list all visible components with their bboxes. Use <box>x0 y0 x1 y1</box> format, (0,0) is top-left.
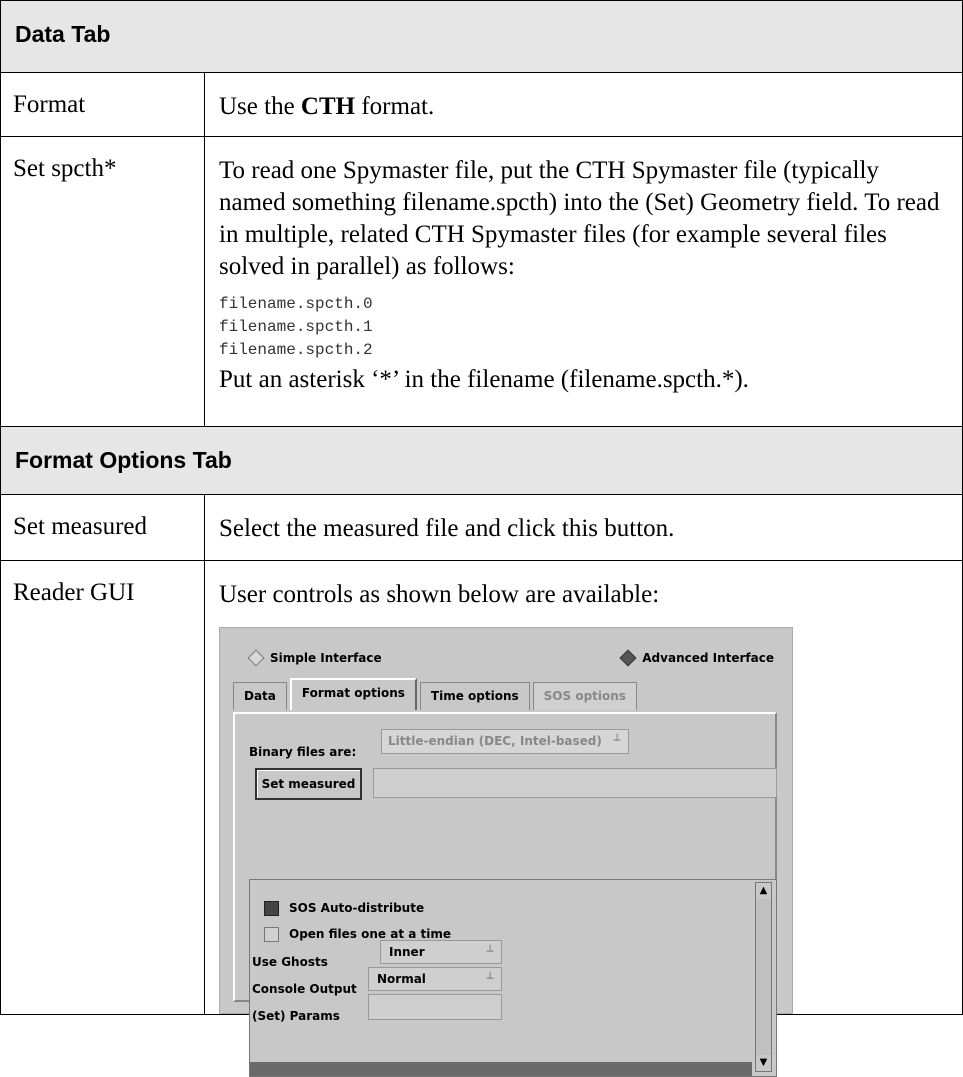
binary-files-value: Little-endian (DEC, Intel-based) <box>388 734 602 748</box>
vertical-scrollbar[interactable]: ▲ ▼ <box>755 882 772 1072</box>
format-text-pre: Use the <box>219 93 301 120</box>
spcth-label: Set spcth* <box>0 136 205 427</box>
filename-code-block: filename.spcth.0 filename.spcth.1 filena… <box>219 293 948 362</box>
document-page: Data Tab Format Use the CTH format. Set … <box>0 0 963 1077</box>
advanced-interface-label: Advanced Interface <box>642 651 774 665</box>
format-options-tab-header: Format Options Tab <box>0 426 963 495</box>
set-measured-field[interactable] <box>373 768 777 798</box>
spec-table: Data Tab Format Use the CTH format. Set … <box>0 0 963 1077</box>
params-field[interactable] <box>368 994 502 1020</box>
tab-sos-options[interactable]: SOS options <box>532 682 637 710</box>
dropdown-arrow-icon: ┴ <box>486 972 494 985</box>
format-label: Format <box>0 72 205 137</box>
scroll-up-icon[interactable]: ▲ <box>756 883 771 899</box>
radio-diamond-icon <box>247 649 265 667</box>
format-description: Use the CTH format. <box>204 72 963 137</box>
console-output-value: Normal <box>377 972 426 986</box>
list-bottom-bar <box>250 1062 752 1076</box>
code-line: filename.spcth.0 <box>219 295 373 313</box>
reader-gui-cell: User controls as shown below are availab… <box>204 560 963 1077</box>
binary-files-select[interactable]: Little-endian (DEC, Intel-based) ┴ <box>381 729 629 754</box>
format-options-panel: Binary files are: Little-endian (DEC, In… <box>233 712 777 1077</box>
reader-gui-screenshot: Simple Interface Advanced Interface Data… <box>219 627 793 1077</box>
radio-diamond-selected-icon <box>619 649 637 667</box>
tab-format-options[interactable]: Format options <box>289 678 417 710</box>
binary-files-label: Binary files are: <box>249 745 357 759</box>
tab-time-options[interactable]: Time options <box>419 682 530 710</box>
format-text-post: format. <box>355 93 435 120</box>
reader-gui-label: Reader GUI <box>0 560 205 1015</box>
data-tab-header: Data Tab <box>0 0 963 73</box>
checkbox-icon <box>264 926 279 942</box>
set-measured-button[interactable]: Set measured <box>255 768 362 800</box>
scroll-down-icon[interactable]: ▼ <box>756 1055 771 1071</box>
tab-data[interactable]: Data <box>233 682 287 710</box>
spcth-description: To read one Spymaster file, put the CTH … <box>204 136 963 427</box>
simple-interface-radio[interactable]: Simple Interface <box>247 642 382 674</box>
dropdown-arrow-icon: ┴ <box>613 734 621 747</box>
code-line: filename.spcth.2 <box>219 341 373 359</box>
dropdown-arrow-icon: ┴ <box>486 945 494 958</box>
use-ghosts-select[interactable]: Inner ┴ <box>380 940 502 964</box>
reader-gui-description: User controls as shown below are availab… <box>219 581 660 608</box>
reader-tabs: Data Format options Time options SOS opt… <box>233 678 640 712</box>
code-line: filename.spcth.1 <box>219 318 373 336</box>
use-ghosts-value: Inner <box>389 945 425 959</box>
spcth-paragraph-1: To read one Spymaster file, put the CTH … <box>219 157 940 280</box>
advanced-interface-radio[interactable]: Advanced Interface <box>619 642 774 674</box>
simple-interface-label: Simple Interface <box>270 651 382 665</box>
options-listbox: SOS Auto-distribute Open files one at a … <box>249 879 777 1077</box>
format-text-bold: CTH <box>300 93 356 120</box>
set-measured-description: Select the measured file and click this … <box>204 494 963 561</box>
checkbox-checked-icon <box>264 900 279 916</box>
console-output-select[interactable]: Normal ┴ <box>368 967 502 991</box>
spcth-paragraph-2: Put an asterisk ‘*’ in the filename (fil… <box>219 366 749 393</box>
set-measured-label: Set measured <box>0 494 205 561</box>
